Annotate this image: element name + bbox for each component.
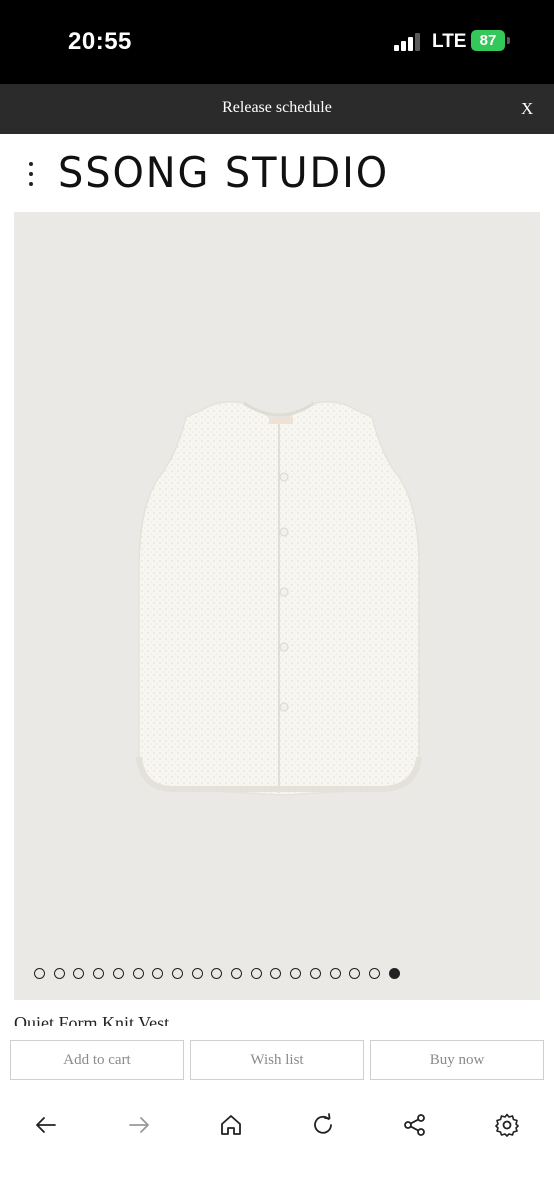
product-actions: Add to cart Wish list Buy now	[0, 1026, 554, 1094]
pager-dot[interactable]	[191, 968, 203, 979]
reload-icon[interactable]	[310, 1112, 336, 1138]
pager-dot[interactable]	[349, 968, 361, 979]
pager-dot[interactable]	[93, 968, 105, 979]
pager-dot[interactable]	[112, 968, 124, 979]
browser-toolbar	[0, 1094, 554, 1200]
pager-dot[interactable]	[368, 968, 380, 979]
share-icon[interactable]	[402, 1112, 428, 1138]
pager-dot[interactable]	[34, 968, 45, 979]
release-banner[interactable]: Release schedule X	[0, 84, 554, 134]
image-pager	[14, 968, 540, 982]
pager-dot[interactable]	[171, 968, 183, 979]
home-icon[interactable]	[218, 1112, 244, 1138]
status-bar: 20:55 LTE 87	[0, 0, 554, 84]
network-type: LTE	[432, 31, 467, 52]
buy-now-button[interactable]: Buy now	[370, 1040, 544, 1080]
pager-dot[interactable]	[53, 968, 65, 979]
pager-dot[interactable]	[290, 968, 302, 979]
product-name: Quiet Form Knit Vest	[14, 1013, 170, 1026]
forward-arrow-icon[interactable]	[126, 1112, 152, 1138]
wish-list-button[interactable]: Wish list	[190, 1040, 364, 1080]
vest-image	[136, 401, 422, 796]
kebab-menu-icon[interactable]	[24, 159, 38, 189]
settings-icon[interactable]	[494, 1112, 520, 1138]
pager-dot[interactable]	[329, 968, 341, 979]
site-header: SSONG STUDIO	[0, 134, 554, 212]
pager-dot[interactable]	[250, 968, 262, 979]
site-logo[interactable]: SSONG STUDIO	[58, 148, 389, 197]
signal-icon	[394, 33, 420, 51]
release-banner-text[interactable]: Release schedule	[0, 99, 554, 117]
back-arrow-icon[interactable]	[33, 1112, 59, 1138]
pager-dot[interactable]	[132, 968, 144, 979]
pager-dot[interactable]	[270, 968, 282, 979]
battery-indicator: 87	[471, 30, 505, 51]
banner-close-button[interactable]: X	[521, 99, 533, 119]
pager-dot[interactable]	[152, 968, 164, 979]
add-to-cart-button[interactable]: Add to cart	[10, 1040, 184, 1080]
pager-dot[interactable]	[231, 968, 242, 979]
product-image[interactable]	[14, 212, 540, 1000]
pager-dot[interactable]	[211, 968, 223, 979]
pager-dot[interactable]	[388, 968, 400, 979]
status-time: 20:55	[68, 28, 132, 55]
battery-tip	[507, 37, 510, 44]
pager-dot[interactable]	[73, 968, 85, 979]
pager-dot[interactable]	[309, 968, 321, 979]
